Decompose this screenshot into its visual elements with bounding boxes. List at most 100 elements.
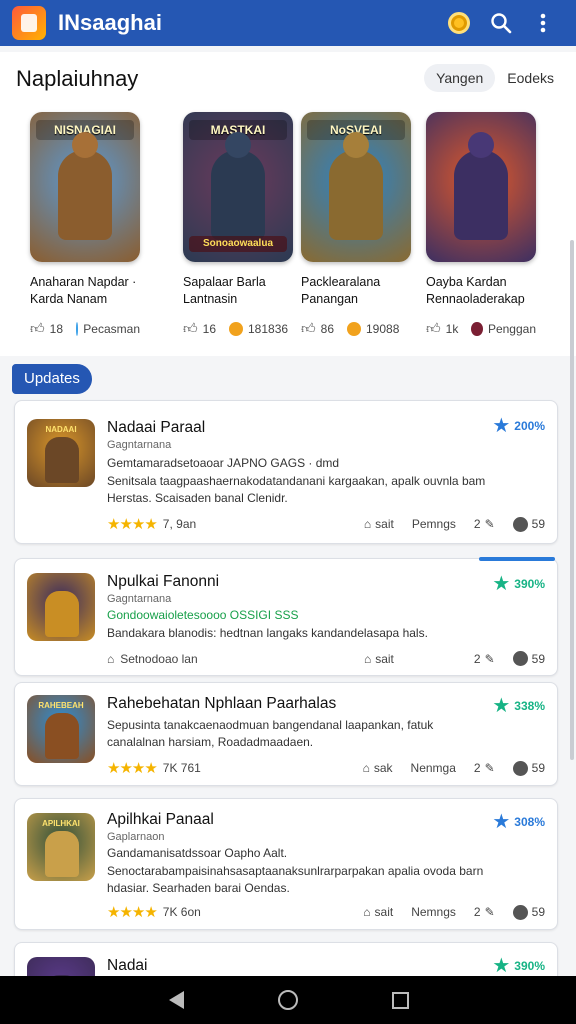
platform-label: Nenmga bbox=[410, 761, 456, 775]
tab-yangen[interactable]: Yangen bbox=[424, 64, 496, 92]
share-action[interactable]: 2 ✎ bbox=[474, 652, 495, 666]
rating-stars-icon: ★★★★ bbox=[107, 904, 158, 921]
recents-button[interactable] bbox=[380, 980, 420, 1020]
thumbs-up-icon: 👍︎ bbox=[301, 320, 316, 336]
rating-text: 7K 6on bbox=[162, 905, 201, 919]
rating-text: 7K 761 bbox=[162, 761, 201, 775]
publisher-dot-icon bbox=[347, 321, 361, 336]
publisher-dot-icon bbox=[76, 321, 79, 336]
star-icon: ★ bbox=[492, 695, 511, 717]
comment-icon bbox=[512, 904, 528, 920]
comments-action[interactable]: 59 bbox=[512, 651, 545, 666]
rating-text: 7, 9an bbox=[162, 517, 197, 531]
home-icon: ⌂ bbox=[107, 651, 115, 666]
scrollbar[interactable] bbox=[570, 240, 574, 760]
rating-text: Setnodoao lan bbox=[120, 651, 198, 666]
like-count: 18 bbox=[49, 321, 63, 336]
item-footer: ⌂ Setnodoao lan ⌂ sait 2 ✎ 59 bbox=[107, 651, 545, 666]
list-item[interactable]: Npulkai Fanonni Gagntarnana Gondoowaiole… bbox=[14, 557, 558, 676]
home-button[interactable] bbox=[268, 980, 308, 1020]
item-badge: ★ 338% bbox=[492, 693, 545, 718]
featured-name: Packlearalana Panangan bbox=[301, 275, 381, 306]
game-icon: NADAAI bbox=[27, 419, 95, 487]
featured-extra: Pecasman bbox=[83, 321, 140, 336]
overflow-menu-button[interactable] bbox=[522, 2, 564, 44]
featured-art bbox=[426, 112, 536, 262]
game-icon-label: APILHKAI bbox=[42, 819, 80, 828]
comments-action[interactable]: 59 bbox=[512, 516, 545, 532]
search-icon bbox=[491, 13, 512, 34]
hero-figure-icon bbox=[45, 591, 79, 637]
featured-subbanner: Sonoaowaalua bbox=[189, 236, 287, 252]
share-action[interactable]: 2 ✎ bbox=[474, 517, 495, 531]
item-subline: Gemtamaradsetoaoar JAPNO GAGS · dmd bbox=[107, 456, 340, 470]
edit-icon: ✎ bbox=[484, 905, 495, 919]
game-icon-label: NADAAI bbox=[45, 425, 77, 434]
coins-button[interactable] bbox=[438, 2, 480, 44]
featured-card[interactable]: NISNAGIAI Anaharan Napdar · Karda Nanam … bbox=[30, 112, 140, 337]
list-item[interactable]: APILHKAI Apilhkai Panaal Gaplarnaon Gand… bbox=[14, 798, 558, 930]
app-logo-icon bbox=[12, 6, 46, 40]
featured-extra: 181836 bbox=[248, 321, 289, 336]
share-action[interactable]: 2 ✎ bbox=[474, 905, 495, 919]
comment-icon bbox=[512, 651, 528, 666]
game-icon: RAHEBEAH bbox=[27, 695, 95, 763]
section-tabs: Yangen Eodeks bbox=[424, 64, 566, 92]
home-action[interactable]: ⌂ sait bbox=[364, 652, 394, 666]
section-header: Naplaiuhnay Yangen Eodeks bbox=[0, 52, 576, 106]
search-button[interactable] bbox=[480, 2, 522, 44]
thumbs-up-icon: 👍︎ bbox=[30, 320, 45, 336]
featured-extra: Penggan bbox=[487, 321, 536, 336]
like-count: 86 bbox=[320, 321, 334, 336]
top-app-bar: INsaaghai bbox=[0, 0, 576, 46]
star-icon: ★ bbox=[492, 415, 511, 437]
hero-figure-icon bbox=[45, 831, 79, 877]
hero-figure-icon bbox=[45, 713, 79, 759]
home-action[interactable]: ⌂ sait bbox=[364, 517, 394, 531]
home-icon: ⌂ bbox=[363, 517, 372, 531]
recents-icon bbox=[391, 991, 409, 1009]
platform-label: Nemngs bbox=[411, 905, 456, 919]
comment-icon bbox=[512, 760, 528, 776]
share-action[interactable]: 2 ✎ bbox=[474, 761, 495, 775]
featured-meta: 👍︎ 1k Penggan bbox=[426, 320, 536, 337]
comments-action[interactable]: 59 bbox=[512, 760, 545, 776]
comment-icon bbox=[512, 516, 528, 532]
edit-icon: ✎ bbox=[484, 517, 495, 531]
item-subline: Gandamanisatdssoar Oapho Aalt. bbox=[107, 846, 288, 860]
featured-art: NoSVEAI bbox=[301, 112, 411, 262]
featured-extra: 19088 bbox=[366, 321, 400, 336]
game-icon-label: RAHEBEAH bbox=[38, 701, 84, 710]
tab-eodeks[interactable]: Eodeks bbox=[495, 64, 566, 92]
home-icon: ⌂ bbox=[363, 651, 372, 666]
featured-card[interactable]: MASTKAI Sonoaowaalua Sapalaar Barla Lant… bbox=[183, 112, 293, 337]
item-title: Nadai bbox=[107, 957, 148, 974]
home-icon: ⌂ bbox=[363, 905, 371, 919]
star-icon: ★ bbox=[492, 573, 511, 595]
featured-carousel: NISNAGIAI Anaharan Napdar · Karda Nanam … bbox=[0, 106, 576, 356]
platform-label: Pemngs bbox=[411, 517, 456, 531]
hero-figure-icon bbox=[454, 150, 508, 240]
comments-action[interactable]: 59 bbox=[512, 904, 545, 920]
featured-art: MASTKAI Sonoaowaalua bbox=[183, 112, 293, 262]
edit-icon: ✎ bbox=[484, 761, 495, 775]
app-title: INsaaghai bbox=[58, 10, 162, 35]
list-item[interactable]: RAHEBEAH Rahebehatan Nphlaan Paarhalas S… bbox=[14, 682, 558, 786]
home-action[interactable]: ⌂ sak bbox=[363, 761, 393, 775]
badge-value: 308% bbox=[514, 814, 545, 829]
like-count: 16 bbox=[202, 321, 216, 336]
rating-stars-icon: ★★★★ bbox=[107, 516, 158, 533]
badge-value: 338% bbox=[514, 698, 545, 713]
featured-name: Oayba Kardan Rennaoladerakap bbox=[426, 275, 525, 306]
featured-card[interactable]: NoSVEAI Packlearalana Panangan 👍︎ 86 190… bbox=[301, 112, 411, 337]
like-count: 1k bbox=[445, 321, 459, 336]
featured-card[interactable]: Oayba Kardan Rennaoladerakap 👍︎ 1k Pengg… bbox=[426, 112, 536, 337]
list-item[interactable]: NADAAI Nadaai Paraal Gagntarnana Gemtama… bbox=[14, 400, 558, 544]
item-description: Sepusinta tanakcaenaodmuan bangendanal l… bbox=[107, 718, 434, 749]
home-action[interactable]: ⌂ sait bbox=[363, 905, 393, 919]
featured-art: NISNAGIAI bbox=[30, 112, 140, 262]
hero-figure-icon bbox=[58, 150, 112, 240]
item-badge: ★ 200% bbox=[492, 413, 545, 438]
star-icon: ★ bbox=[492, 955, 511, 977]
back-button[interactable] bbox=[156, 980, 196, 1020]
